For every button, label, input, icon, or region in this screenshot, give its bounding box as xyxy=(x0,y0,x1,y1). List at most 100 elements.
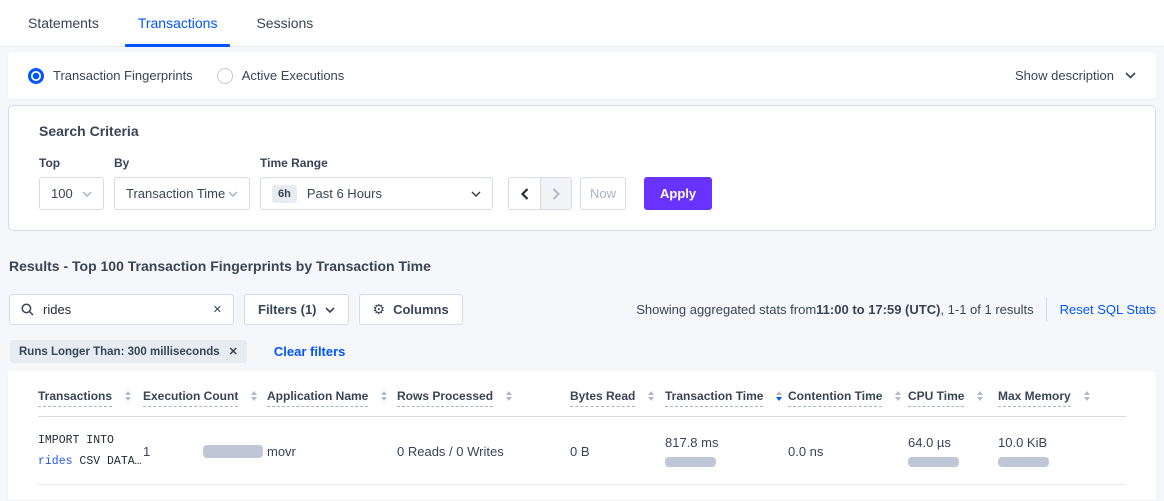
reset-sql-stats-link[interactable]: Reset SQL Stats xyxy=(1060,302,1156,317)
column-header-contention-time[interactable]: Contention Time xyxy=(788,389,908,407)
cpu-time-value: 64.0 µs xyxy=(908,435,998,450)
column-header-cpu-time[interactable]: CPU Time xyxy=(908,389,998,407)
column-header-label: Transaction Time xyxy=(665,389,763,407)
clear-filters-link[interactable]: Clear filters xyxy=(274,344,346,359)
chevron-down-icon xyxy=(325,307,335,313)
apply-button[interactable]: Apply xyxy=(644,177,712,210)
show-description-toggle[interactable]: Show description xyxy=(1015,68,1136,83)
by-field: By Transaction Time xyxy=(114,156,250,210)
cpu-time-bar xyxy=(908,457,959,467)
cpu-time-cell: 64.0 µs xyxy=(908,435,998,467)
radio-selected-icon xyxy=(28,68,44,84)
gear-icon: ⚙ xyxy=(373,301,386,318)
contention-time-cell: 0.0 ns xyxy=(788,444,908,459)
time-range-badge: 6h xyxy=(272,185,297,203)
column-header-transaction-time[interactable]: Transaction Time xyxy=(665,389,788,407)
radio-transaction-fingerprints[interactable]: Transaction Fingerprints xyxy=(28,68,193,84)
tab-transactions[interactable]: Transactions xyxy=(125,0,231,46)
sql-line-1: IMPORT INTO xyxy=(38,430,143,451)
sql-line-2: rides CSV DATA… xyxy=(38,451,143,472)
sort-icon[interactable] xyxy=(1084,391,1090,401)
radio-active-executions[interactable]: Active Executions xyxy=(217,68,345,84)
column-header-execution-count[interactable]: Execution Count xyxy=(143,389,267,407)
search-criteria-card: Search Criteria Top 100 By Transaction T… xyxy=(8,105,1156,231)
active-filters-row: Runs Longer Than: 300 milliseconds ✕ Cle… xyxy=(10,340,1156,363)
sort-icon[interactable] xyxy=(125,391,131,401)
by-label: By xyxy=(114,156,250,170)
transaction-time-cell: 817.8 ms xyxy=(665,435,788,467)
filters-button[interactable]: Filters (1) xyxy=(244,294,349,325)
now-button-label: Now xyxy=(590,186,616,201)
stats-suffix: , 1-1 of 1 results xyxy=(940,302,1033,317)
column-header-label: Execution Count xyxy=(143,389,238,407)
search-input[interactable] xyxy=(43,302,204,317)
columns-button[interactable]: ⚙ Columns xyxy=(359,294,463,325)
sort-icon[interactable] xyxy=(895,391,901,401)
column-header-label: Max Memory xyxy=(998,389,1071,407)
top-select-value: 100 xyxy=(51,186,82,201)
table-row[interactable]: IMPORT INTO rides CSV DATA… 1 movr 0 Rea… xyxy=(38,417,1126,485)
column-header-label: Bytes Read xyxy=(570,389,635,407)
table-header-row: Transactions Execution Count Application… xyxy=(38,389,1126,417)
column-header-transactions[interactable]: Transactions xyxy=(38,389,143,407)
remove-filter-icon[interactable]: ✕ xyxy=(229,345,238,358)
time-range-pager xyxy=(508,177,572,210)
sort-icon[interactable] xyxy=(381,391,387,401)
tab-sessions-label: Sessions xyxy=(256,15,313,31)
filter-chip: Runs Longer Than: 300 milliseconds ✕ xyxy=(10,340,247,363)
page-tabs: Statements Transactions Sessions xyxy=(0,0,1164,47)
max-memory-value: 10.0 KiB xyxy=(998,435,1126,450)
max-memory-cell: 10.0 KiB xyxy=(998,435,1126,467)
by-select-value: Transaction Time xyxy=(126,186,228,201)
chevron-down-icon xyxy=(471,191,481,197)
time-range-field: Time Range 6h Past 6 Hours xyxy=(260,156,493,210)
sort-icon[interactable] xyxy=(648,391,654,401)
chevron-down-icon xyxy=(82,191,92,197)
previous-range-button[interactable] xyxy=(509,178,540,209)
sort-icon[interactable] xyxy=(251,391,257,401)
sort-icon[interactable] xyxy=(977,391,983,401)
execution-count-value: 1 xyxy=(143,444,150,459)
show-description-label: Show description xyxy=(1015,68,1114,83)
column-header-label: CPU Time xyxy=(908,389,964,407)
execution-count-cell: 1 xyxy=(143,444,267,459)
clear-search-icon[interactable]: ✕ xyxy=(213,303,222,316)
results-table: Transactions Execution Count Application… xyxy=(8,371,1156,500)
top-field: Top 100 xyxy=(39,156,104,210)
time-range-select[interactable]: 6h Past 6 Hours xyxy=(260,177,493,210)
vertical-divider xyxy=(1046,298,1047,322)
search-icon xyxy=(21,303,34,316)
application-name-cell: movr xyxy=(267,444,397,459)
results-controls-row: ✕ Filters (1) ⚙ Columns Showing aggregat… xyxy=(9,294,1156,325)
top-select[interactable]: 100 xyxy=(39,177,104,210)
search-box: ✕ xyxy=(9,294,234,325)
time-range-label: Time Range xyxy=(260,156,493,170)
stats-time-range: 11:00 to 17:59 (UTC) xyxy=(816,302,940,317)
tab-transactions-label: Transactions xyxy=(138,15,218,31)
column-header-bytes-read[interactable]: Bytes Read xyxy=(570,389,665,407)
transaction-fingerprint-link[interactable]: IMPORT INTO rides CSV DATA… xyxy=(38,430,143,473)
by-select[interactable]: Transaction Time xyxy=(114,177,250,210)
sort-icon[interactable] xyxy=(506,391,512,401)
chevron-down-icon xyxy=(1125,72,1136,79)
chevron-left-icon xyxy=(521,188,529,200)
radio-transaction-fingerprints-label: Transaction Fingerprints xyxy=(53,68,193,83)
column-header-application-name[interactable]: Application Name xyxy=(267,389,397,407)
contention-time-value: 0.0 ns xyxy=(788,444,908,459)
filters-button-label: Filters (1) xyxy=(258,302,317,317)
aggregated-stats-text: Showing aggregated stats from 11:00 to 1… xyxy=(636,298,1156,322)
radio-active-executions-label: Active Executions xyxy=(242,68,345,83)
time-range-value: Past 6 Hours xyxy=(307,186,471,201)
column-header-rows-processed[interactable]: Rows Processed xyxy=(397,389,570,407)
sql-line-2-rest: CSV DATA… xyxy=(73,455,142,468)
filter-chip-label: Runs Longer Than: 300 milliseconds xyxy=(19,346,220,358)
column-header-label: Transactions xyxy=(38,389,112,407)
tab-sessions[interactable]: Sessions xyxy=(243,0,326,46)
column-header-max-memory[interactable]: Max Memory xyxy=(998,389,1126,407)
now-button[interactable]: Now xyxy=(580,177,626,210)
tab-statements[interactable]: Statements xyxy=(15,0,112,46)
next-range-button[interactable] xyxy=(540,178,571,209)
view-toggle-strip: Transaction Fingerprints Active Executio… xyxy=(8,52,1156,99)
transaction-time-bar xyxy=(665,457,716,467)
sort-desc-active-icon[interactable] xyxy=(776,391,782,401)
